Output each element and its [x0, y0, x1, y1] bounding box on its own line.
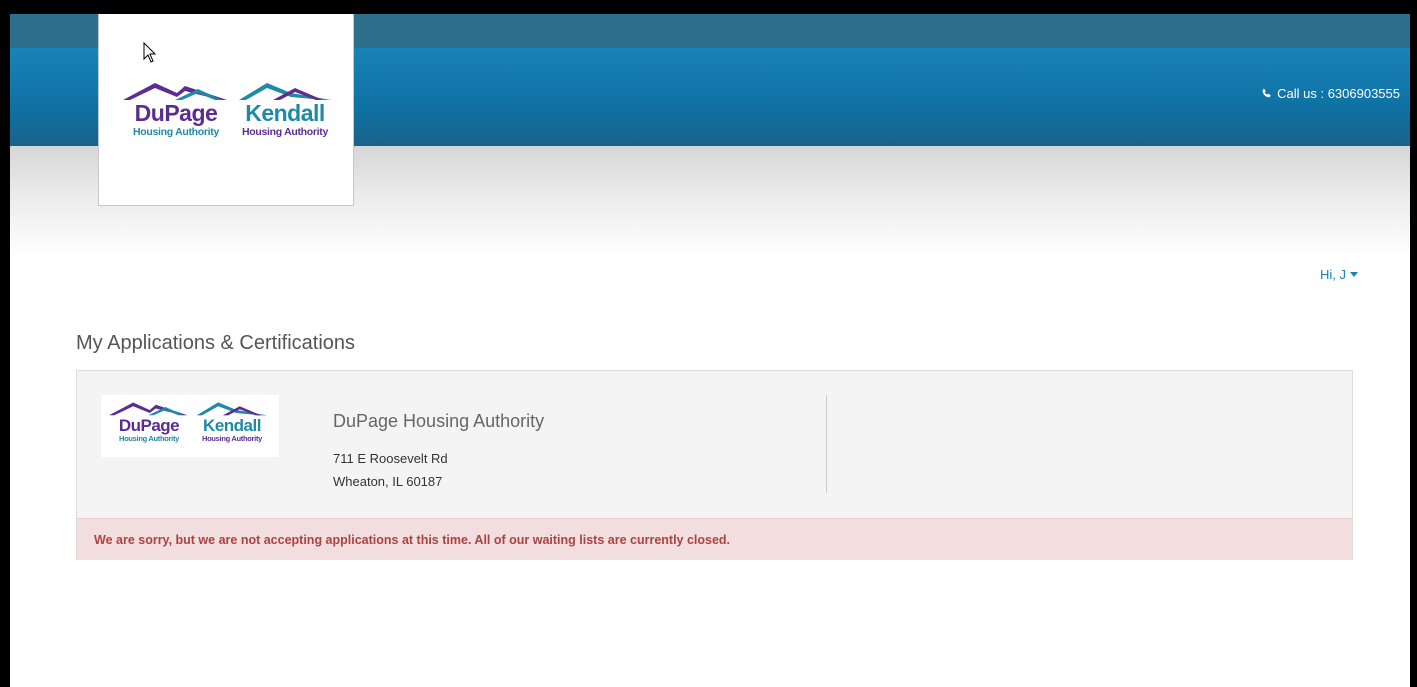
org1-sub: Housing Authority: [118, 434, 180, 443]
user-greeting: Hi, J: [1320, 267, 1346, 282]
org-name: DuPage Housing Authority: [333, 411, 545, 431]
address-line-1: 711 E Roosevelt Rd: [333, 451, 448, 466]
kendall-logo: Kendall Housing Authority: [233, 80, 337, 138]
logo-lockup: DuPage Housing Authority Kendall Housing…: [106, 400, 272, 443]
application-card: DuPage Housing Authority Kendall Housing…: [76, 370, 1353, 560]
card-body: DuPage Housing Authority Kendall Housing…: [77, 371, 1352, 518]
call-us-text: Call us : 6306903555: [1277, 86, 1400, 101]
caret-down-icon: [1350, 272, 1358, 277]
logo-lockup: DuPage Housing Authority Kendall Housing…: [119, 80, 337, 138]
call-us-link[interactable]: Call us : 6306903555: [1261, 86, 1400, 101]
org2-sub: Housing Authority: [201, 434, 263, 443]
org1-sub: Housing Authority: [132, 126, 220, 138]
page-frame: Call us : 6306903555 DuPage Housing Auth…: [10, 14, 1410, 687]
kendall-logo: Kendall Housing Authority: [192, 400, 272, 443]
org2-name: Kendall: [203, 416, 261, 435]
site-logo[interactable]: DuPage Housing Authority Kendall Housing…: [98, 14, 354, 206]
closed-alert: We are sorry, but we are not accepting a…: [77, 518, 1352, 560]
roof-icon: [239, 83, 331, 100]
org2-name: Kendall: [245, 100, 325, 126]
dupage-logo: DuPage Housing Authority: [119, 80, 233, 138]
card-logo: DuPage Housing Authority Kendall Housing…: [101, 395, 279, 457]
roof-icon: [109, 402, 188, 416]
roof-icon: [123, 83, 227, 100]
phone-icon: [1262, 88, 1271, 98]
page-title: My Applications & Certifications: [76, 332, 356, 354]
roof-icon: [196, 402, 268, 416]
user-menu-toggle[interactable]: Hi, J: [1320, 267, 1358, 282]
org1-name: DuPage: [134, 100, 218, 126]
org1-name: DuPage: [118, 416, 180, 435]
address-line-2: Wheaton, IL 60187: [333, 474, 443, 489]
card-divider: [826, 395, 827, 493]
org2-sub: Housing Authority: [241, 126, 329, 138]
mouse-cursor-icon: [143, 42, 157, 63]
dupage-logo: DuPage Housing Authority: [106, 400, 192, 443]
